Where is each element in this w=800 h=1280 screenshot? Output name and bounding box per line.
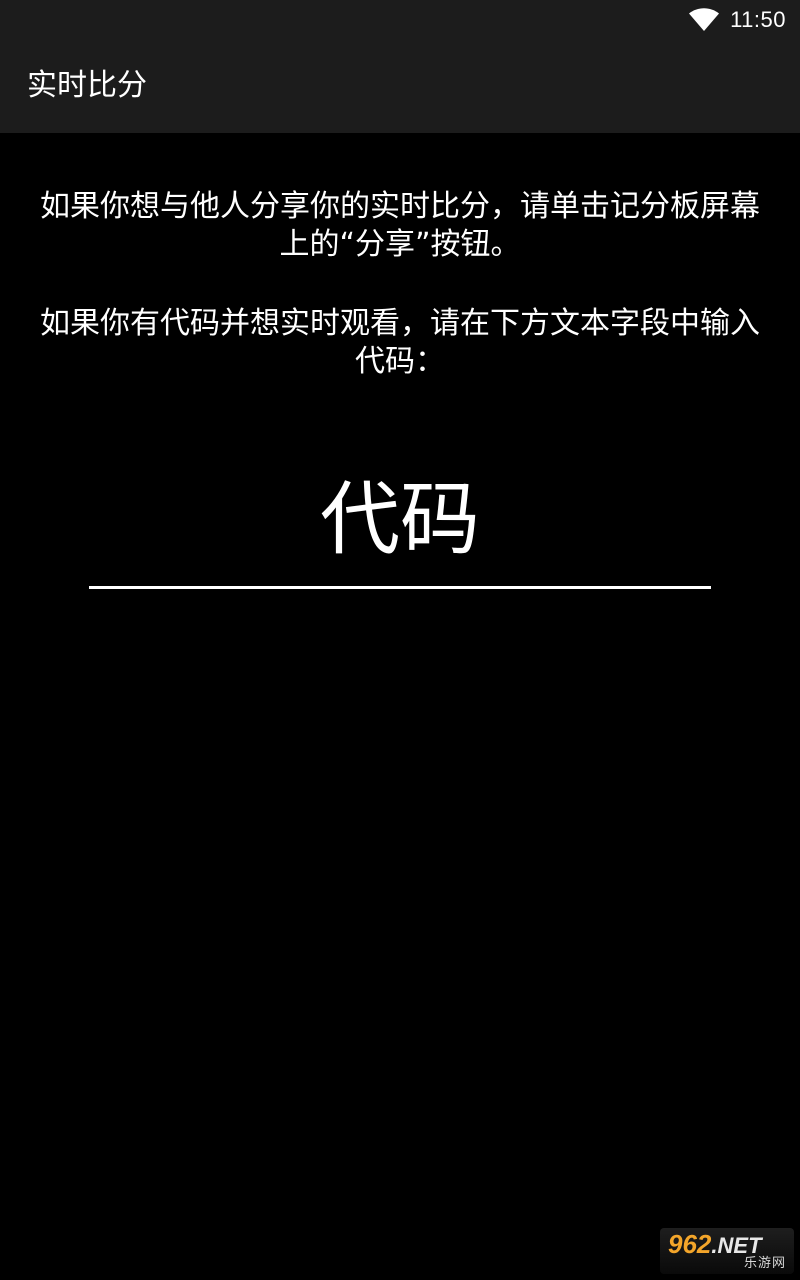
site-watermark: 962.NET 乐游网 (660, 1228, 794, 1274)
main-content: 如果你想与他人分享你的实时比分，请单击记分板屏幕上的“分享”按钮。 如果你有代码… (0, 133, 800, 1280)
live-score-screen: 11:50 实时比分 如果你想与他人分享你的实时比分，请单击记分板屏幕上的“分享… (0, 0, 800, 1280)
wifi-icon (689, 8, 720, 31)
code-instruction-text: 如果你有代码并想实时观看，请在下方文本字段中输入代码： (40, 306, 760, 379)
code-input[interactable] (89, 453, 711, 589)
app-bar: 实时比分 (0, 40, 800, 133)
status-icons: 11:50 (688, 0, 786, 40)
page-title: 实时比分 (27, 68, 147, 103)
watermark-number: 962 (668, 1229, 712, 1259)
watermark-suffix: .NET (711, 1233, 762, 1258)
status-bar: 11:50 (0, 0, 800, 40)
share-instruction-text: 如果你想与他人分享你的实时比分，请单击记分板屏幕上的“分享”按钮。 (40, 189, 760, 262)
status-time: 11:50 (730, 7, 786, 32)
watermark-subtitle: 乐游网 (743, 1256, 786, 1271)
